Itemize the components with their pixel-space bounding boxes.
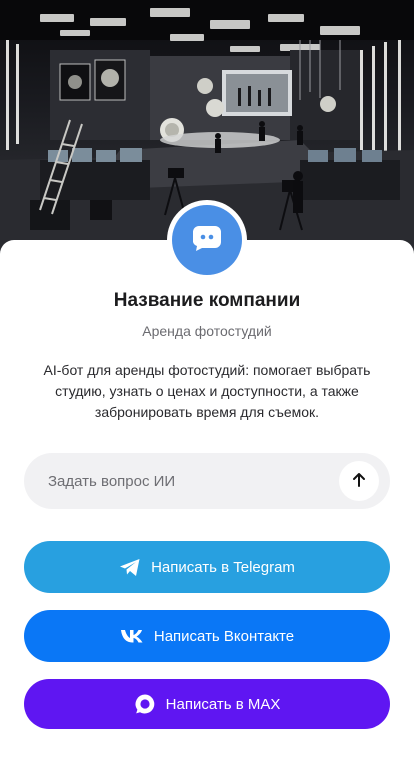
chat-bot-icon — [192, 224, 222, 257]
ask-ai-box — [24, 453, 390, 509]
max-button-label: Написать в MAX — [165, 695, 281, 713]
vk-button[interactable]: Написать Вконтакте — [24, 610, 390, 662]
arrow-up-icon — [351, 472, 367, 491]
telegram-button-label: Написать в Telegram — [151, 558, 295, 576]
company-name: Название компании — [113, 290, 301, 311]
ask-send-button[interactable] — [339, 461, 379, 501]
company-subtitle: Аренда фотостудий — [142, 323, 272, 339]
ask-ai-input[interactable] — [48, 453, 348, 509]
max-button[interactable]: Написать в MAX — [24, 679, 390, 729]
vk-button-label: Написать Вконтакте — [153, 627, 295, 645]
max-icon — [134, 693, 156, 715]
telegram-icon — [119, 558, 141, 577]
avatar — [172, 205, 242, 275]
company-description: AI-бот для аренды фотостудий: помогает в… — [43, 362, 371, 420]
vk-icon — [120, 629, 144, 643]
telegram-button[interactable]: Написать в Telegram — [24, 541, 390, 593]
